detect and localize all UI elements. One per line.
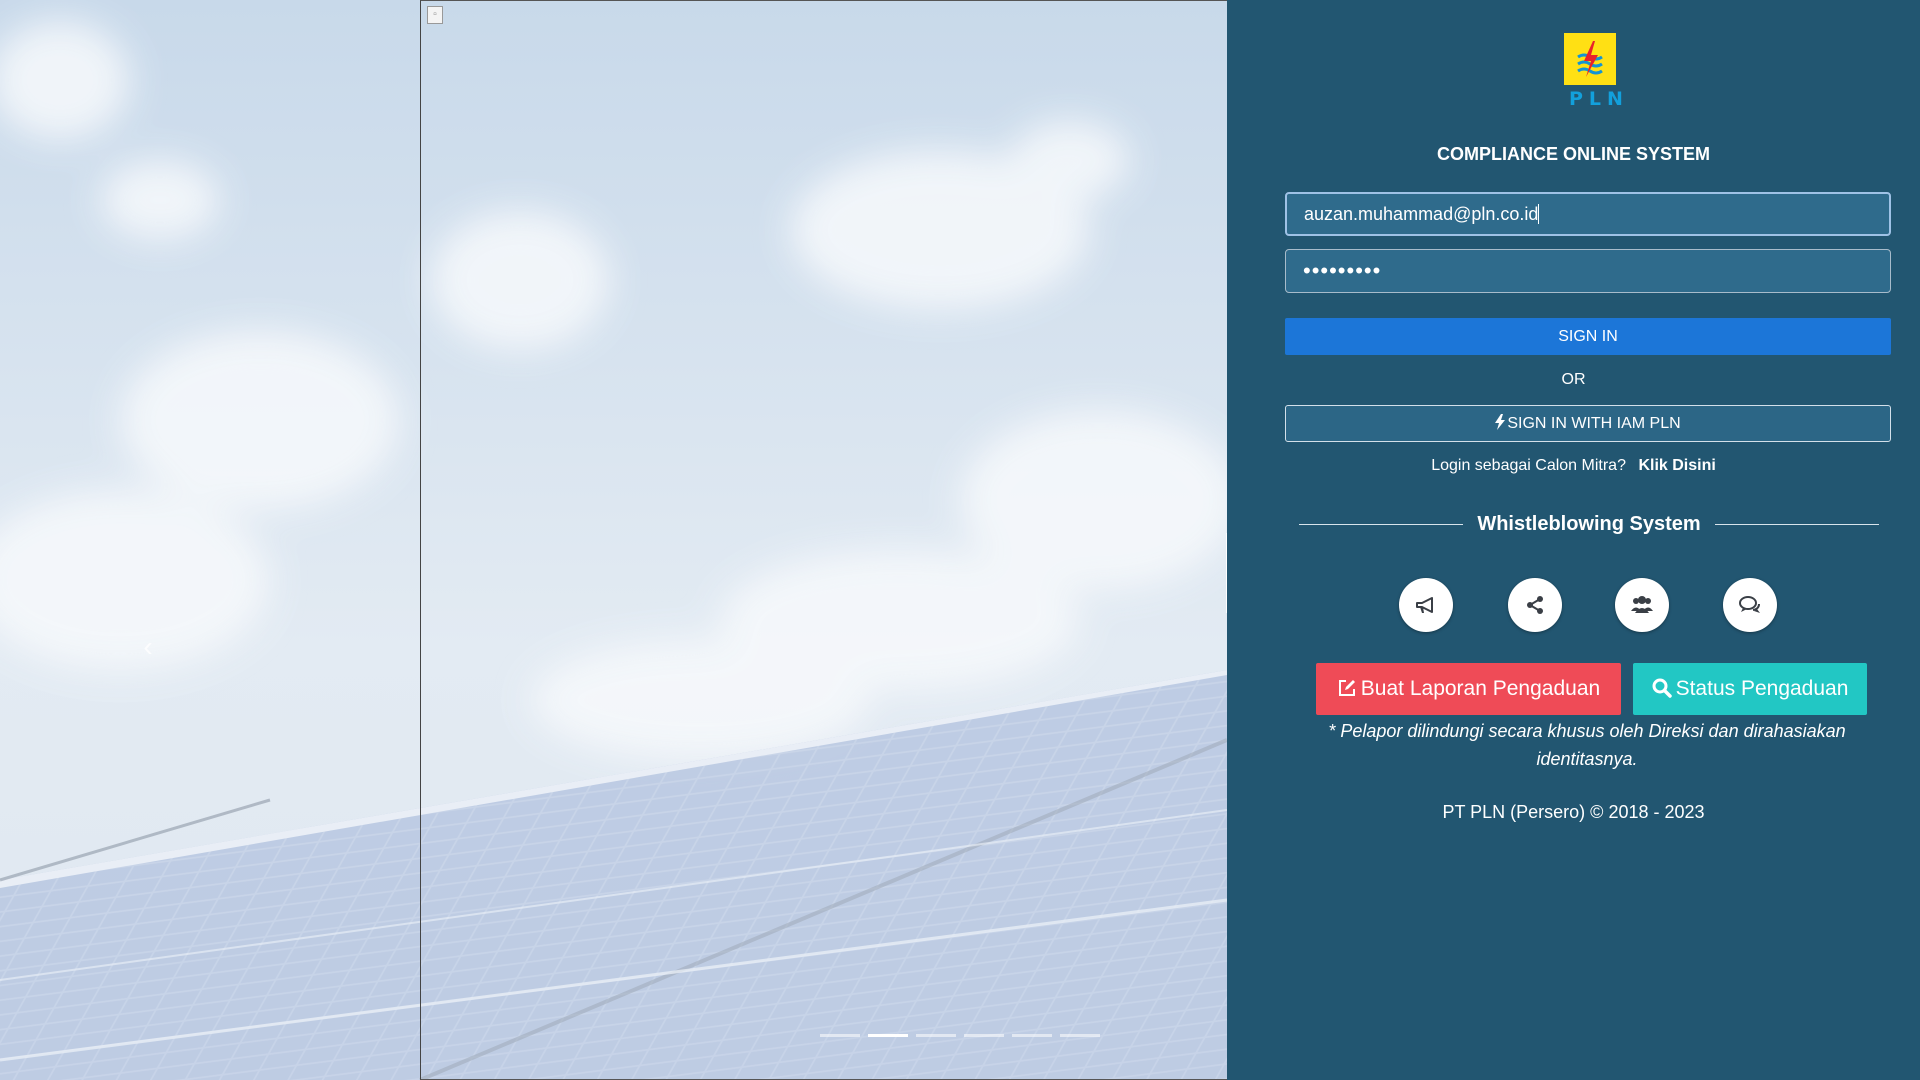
mitra-prompt: Login sebagai Calon Mitra? bbox=[1431, 457, 1626, 474]
share-button[interactable] bbox=[1508, 578, 1562, 632]
email-field[interactable]: auzan.muhammad@pln.co.id bbox=[1285, 192, 1891, 236]
reporter-protection-note: * Pelapor dilindungi secara khusus oleh … bbox=[1328, 721, 1846, 769]
bolt-icon bbox=[1495, 414, 1506, 430]
sign-in-iam-label: SIGN IN WITH IAM PLN bbox=[1507, 415, 1681, 432]
pln-logo-mark bbox=[1564, 33, 1616, 85]
carousel-frame bbox=[420, 0, 1228, 1080]
edit-icon bbox=[1338, 680, 1355, 696]
pln-logo-text: PLN bbox=[1569, 88, 1629, 110]
carousel-indicator[interactable] bbox=[916, 1034, 956, 1037]
password-field[interactable]: ••••••••• bbox=[1285, 249, 1891, 293]
email-field-value: auzan.muhammad@pln.co.id bbox=[1304, 203, 1539, 224]
carousel-indicators bbox=[820, 1034, 1100, 1037]
megaphone-button[interactable] bbox=[1399, 578, 1453, 632]
or-separator: OR bbox=[1561, 371, 1586, 388]
carousel-indicator-active[interactable] bbox=[868, 1034, 908, 1037]
carousel-prev-arrow-icon[interactable]: ‹ bbox=[138, 632, 158, 662]
whistleblowing-heading: Whistleblowing System bbox=[1299, 512, 1880, 536]
create-report-label: Buat Laporan Pengaduan bbox=[1360, 677, 1601, 700]
footer-copyright: PT PLN (Persero) © 2018 - 2023 bbox=[1442, 802, 1705, 822]
divider-right bbox=[1714, 523, 1880, 525]
users-button[interactable] bbox=[1615, 578, 1669, 632]
carousel-indicator[interactable] bbox=[1060, 1034, 1100, 1037]
share-icon bbox=[1527, 596, 1543, 614]
page-title: COMPLIANCE ONLINE SYSTEM bbox=[1436, 144, 1710, 164]
divider-left bbox=[1299, 523, 1464, 525]
whistleblowing-title: Whistleblowing System bbox=[1477, 512, 1701, 535]
login-panel: PLN COMPLIANCE ONLINE SYSTEM auzan.muham… bbox=[1227, 0, 1920, 1080]
pln-lightning-icon bbox=[1564, 33, 1616, 85]
password-field-value: ••••••••• bbox=[1303, 258, 1382, 283]
carousel-indicator[interactable] bbox=[1012, 1034, 1052, 1037]
mitra-login-link[interactable]: Klik Disini bbox=[1638, 457, 1715, 474]
megaphone-icon bbox=[1416, 597, 1433, 613]
sign-in-label: SIGN IN bbox=[1558, 328, 1618, 345]
carousel-indicator[interactable] bbox=[964, 1034, 1004, 1037]
mitra-login-row: Login sebagai Calon Mitra? Klik Disini bbox=[1227, 457, 1920, 475]
complaint-status-button[interactable]: Status Pengaduan bbox=[1633, 663, 1867, 715]
sign-in-button[interactable]: SIGN IN bbox=[1285, 318, 1891, 355]
comments-button[interactable] bbox=[1723, 578, 1777, 632]
users-icon bbox=[1631, 596, 1653, 613]
sign-in-iam-button[interactable]: SIGN IN WITH IAM PLN bbox=[1285, 405, 1891, 442]
create-report-button[interactable]: Buat Laporan Pengaduan bbox=[1316, 663, 1621, 715]
search-icon bbox=[1652, 678, 1672, 698]
text-caret bbox=[1538, 204, 1540, 224]
complaint-status-label: Status Pengaduan bbox=[1675, 677, 1849, 700]
broken-image-icon: ▫ bbox=[427, 6, 443, 24]
pln-logo: PLN bbox=[1564, 33, 1629, 110]
comments-icon bbox=[1739, 596, 1760, 613]
carousel-indicator[interactable] bbox=[820, 1034, 860, 1037]
